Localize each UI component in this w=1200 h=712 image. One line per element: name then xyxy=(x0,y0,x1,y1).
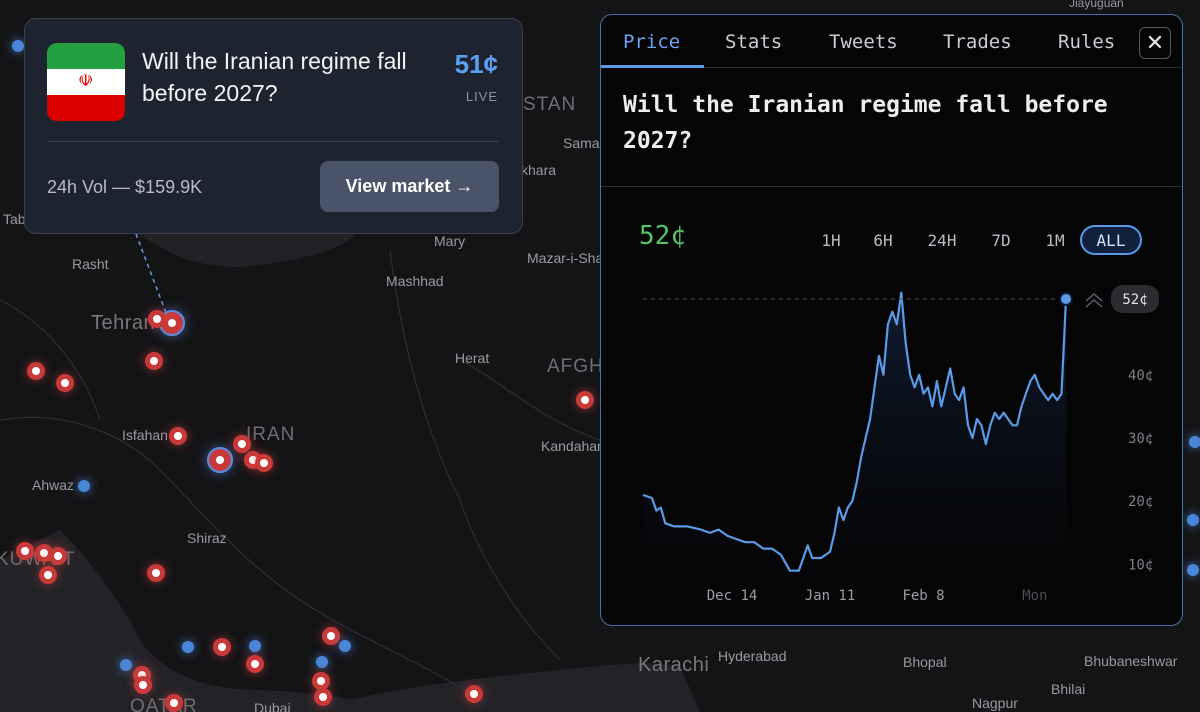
map-label-tehran: Tehran xyxy=(91,312,156,334)
map-label-iran: IRAN xyxy=(246,424,296,445)
map-marker[interactable] xyxy=(49,547,67,565)
map-marker[interactable] xyxy=(465,685,483,703)
y-tick-label: 20¢ xyxy=(1128,494,1153,510)
y-tick-label: 30¢ xyxy=(1128,431,1153,447)
y-tick-label: 40¢ xyxy=(1128,368,1153,384)
flag-stripe: ☫ xyxy=(47,69,125,95)
map-label-isfahan: Isfahan xyxy=(122,427,168,443)
map-label-ahwaz: Ahwaz xyxy=(32,477,75,493)
map-marker[interactable] xyxy=(339,640,351,652)
map-label-mashhad: Mashhad xyxy=(386,273,444,289)
map-marker[interactable] xyxy=(145,352,163,370)
volume-label: 24h Vol — $159.9K xyxy=(47,177,203,197)
map-marker[interactable] xyxy=(56,374,74,392)
map-label-qatar: QATAR xyxy=(130,696,198,712)
map-marker[interactable] xyxy=(255,454,273,472)
map-marker[interactable] xyxy=(314,688,332,706)
view-market-button[interactable]: View market → xyxy=(320,161,499,212)
range-all-button[interactable]: ALL xyxy=(1080,225,1142,255)
map-marker[interactable] xyxy=(134,676,152,694)
map-label-karachi: Karachi xyxy=(638,654,710,676)
map-label-kandahar: Kandahar xyxy=(541,438,602,454)
active-tab-indicator xyxy=(601,65,704,68)
y-tick-label: 10¢ xyxy=(1128,557,1153,573)
map-label-rasht: Rasht xyxy=(72,256,109,272)
map-marker[interactable] xyxy=(39,566,57,584)
map-marker[interactable] xyxy=(1187,564,1199,576)
live-badge: LIVE xyxy=(465,89,498,104)
map-label-tab: Tab xyxy=(3,211,26,227)
map-label-bhilai: Bhilai xyxy=(1051,681,1086,697)
map-marker[interactable] xyxy=(16,542,34,560)
map-label-nagpur: Nagpur xyxy=(972,695,1018,711)
map-label-jiayuguan: Jiayuguan xyxy=(1069,0,1124,10)
map-label-bhopal: Bhopal xyxy=(903,654,947,670)
map-marker[interactable] xyxy=(182,641,194,653)
chevron-up-icon xyxy=(1085,292,1103,308)
map-marker[interactable] xyxy=(249,640,261,652)
flag-emblem-icon: ☫ xyxy=(78,71,94,91)
range-1h-button[interactable]: 1H xyxy=(813,225,849,255)
map-marker[interactable] xyxy=(1189,436,1200,448)
map-marker[interactable] xyxy=(148,310,166,328)
range-7d-button[interactable]: 7D xyxy=(983,225,1019,255)
map-marker[interactable] xyxy=(12,40,24,52)
map-label-dubai: Dubai xyxy=(254,700,291,712)
x-tick-label: Feb 8 xyxy=(902,588,944,604)
map-marker[interactable] xyxy=(576,391,594,409)
last-price-dot xyxy=(1059,291,1073,306)
map-marker[interactable] xyxy=(246,655,264,673)
flag-stripe xyxy=(47,95,125,121)
map-marker[interactable] xyxy=(27,362,45,380)
map-label-hyderabad: Hyderabad xyxy=(718,648,787,664)
map-label-bhubaneshwar: Bhubaneshwar xyxy=(1084,653,1178,669)
close-icon[interactable]: ✕ xyxy=(1139,27,1171,59)
map-marker[interactable] xyxy=(169,427,187,445)
map-marker[interactable] xyxy=(322,627,340,645)
market-detail-panel: 10¢ 20¢ 30¢ 40¢ Dec 14 Jan 11 Feb 8 Mon 52¢ Pric… xyxy=(600,14,1183,626)
tab-stats[interactable]: Stats xyxy=(725,31,782,53)
tab-rules[interactable]: Rules xyxy=(1058,31,1115,53)
panel-divider xyxy=(601,186,1182,187)
border-line xyxy=(389,249,561,661)
x-tick-label: Mon xyxy=(1022,588,1047,604)
border-line xyxy=(0,299,101,421)
panel-title: Will the Iranian regime fall before 2027… xyxy=(623,92,1108,154)
panel-tabs: Price Stats Tweets Trades Rules ✕ xyxy=(601,15,1182,68)
map-marker[interactable] xyxy=(1187,514,1199,526)
range-24h-button[interactable]: 24H xyxy=(920,225,964,255)
map-label-sama: Sama xyxy=(563,135,600,151)
map-label-afgh: AFGH xyxy=(547,356,604,377)
card-divider xyxy=(47,141,498,142)
map-marker[interactable] xyxy=(316,656,328,668)
map-marker[interactable] xyxy=(207,447,233,473)
last-price-label: 52¢ xyxy=(1122,292,1147,308)
map-marker[interactable] xyxy=(78,480,90,492)
map-label-mazar: Mazar-i-Sha xyxy=(527,250,604,266)
map-marker[interactable] xyxy=(165,694,183,712)
map-label-stan: STAN xyxy=(523,94,577,115)
map-marker[interactable] xyxy=(147,564,165,582)
map-label-mary: Mary xyxy=(434,233,466,249)
iran-flag-icon: ☫ xyxy=(47,43,125,121)
map-marker[interactable] xyxy=(120,659,132,671)
range-6h-button[interactable]: 6H xyxy=(865,225,901,255)
tab-price[interactable]: Price xyxy=(623,31,680,53)
map-label-shiraz: Shiraz xyxy=(187,530,227,546)
x-tick-label: Jan 11 xyxy=(805,588,856,604)
tab-tweets[interactable]: Tweets xyxy=(829,31,898,53)
tab-trades[interactable]: Trades xyxy=(943,31,1012,53)
current-price: 52¢ xyxy=(639,221,686,251)
map-marker[interactable] xyxy=(213,638,231,656)
x-tick-label: Dec 14 xyxy=(707,588,758,604)
range-1m-button[interactable]: 1M xyxy=(1037,225,1073,255)
map-label-herat: Herat xyxy=(455,350,490,366)
map-marker[interactable] xyxy=(233,435,251,453)
card-price: 51¢ xyxy=(454,49,498,79)
market-card[interactable]: ☫ Will the Iranian regime fall before 20… xyxy=(24,18,523,234)
price-area xyxy=(643,292,1066,577)
card-title: Will the Iranian regime fall before 2027… xyxy=(142,48,407,106)
map-label-khara: khara xyxy=(521,162,557,178)
flag-stripe xyxy=(47,43,125,69)
